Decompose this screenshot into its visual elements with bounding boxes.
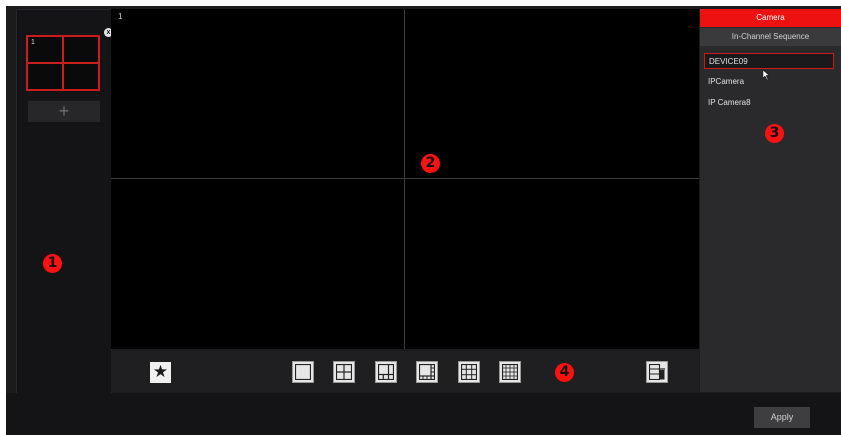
footer-bar: Apply bbox=[6, 393, 841, 435]
callout-marker-3: 3 bbox=[765, 124, 784, 143]
layout-toolbar: ★ 4 bbox=[111, 351, 699, 392]
channel-label: 1 bbox=[118, 12, 123, 21]
thumbnail-cell bbox=[63, 36, 99, 63]
layout-8-icon[interactable] bbox=[416, 361, 438, 383]
grid-divider bbox=[111, 178, 699, 179]
sequence-thumbnail[interactable]: 1 bbox=[26, 35, 100, 91]
tab-camera[interactable]: Camera bbox=[700, 9, 841, 27]
thumbnail-cell bbox=[63, 63, 99, 90]
apply-button[interactable]: Apply bbox=[754, 407, 810, 428]
device-item-ip-camera8[interactable]: IP Camera8 bbox=[704, 95, 834, 111]
layout-6-icon[interactable] bbox=[375, 361, 397, 383]
device-list-panel: Camera In-Channel Sequence DEVICE09 IPCa… bbox=[700, 9, 841, 392]
layout-9-icon[interactable] bbox=[458, 361, 480, 383]
delete-layout-icon[interactable] bbox=[646, 361, 668, 383]
callout-marker-4: 4 bbox=[555, 363, 574, 382]
device-item-device09[interactable]: DEVICE09 bbox=[704, 53, 834, 69]
tab-in-channel-sequence[interactable]: In-Channel Sequence bbox=[700, 28, 841, 46]
add-sequence-button[interactable]: + bbox=[28, 101, 100, 122]
favorite-star-icon[interactable]: ★ bbox=[150, 362, 171, 383]
sequence-thumbnail-panel: 1 x + 1 bbox=[16, 9, 113, 394]
sequence-view-config: 1 x + 1 1 2 ★ 4 Camera In-Channel Sequen… bbox=[6, 6, 841, 435]
mouse-cursor-icon bbox=[763, 70, 770, 80]
grid-divider bbox=[404, 9, 405, 349]
thumbnail-channel-number: 1 bbox=[31, 39, 35, 46]
layout-1-icon[interactable] bbox=[292, 361, 314, 383]
callout-marker-1: 1 bbox=[43, 254, 62, 273]
thumbnail-cell bbox=[27, 63, 63, 90]
callout-marker-2: 2 bbox=[421, 154, 440, 173]
layout-4-icon[interactable] bbox=[333, 361, 355, 383]
layout-16-icon[interactable] bbox=[499, 361, 521, 383]
video-grid[interactable]: 1 2 bbox=[111, 9, 699, 349]
